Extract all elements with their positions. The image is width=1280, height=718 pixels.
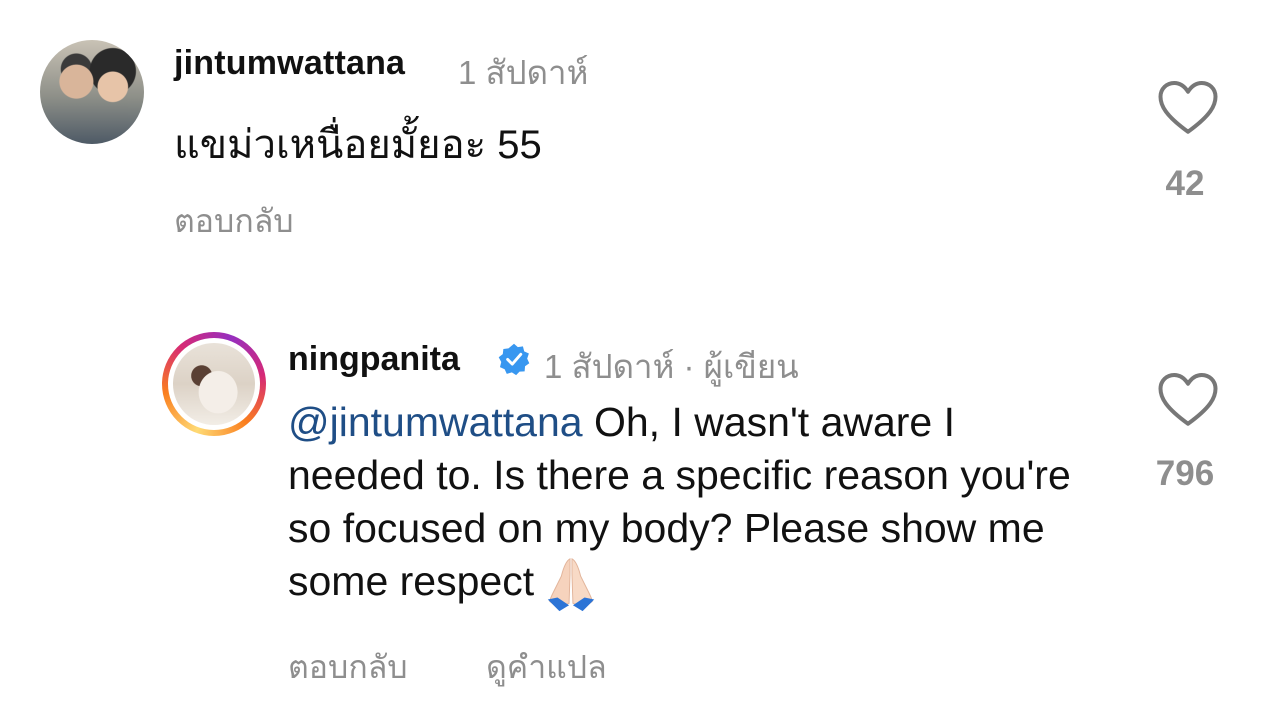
folded-hands-emoji bbox=[547, 558, 595, 612]
see-translation-button[interactable]: ดูคำแปล bbox=[486, 642, 607, 693]
comment-username[interactable]: jintumwattana bbox=[174, 44, 405, 83]
like-count: 796 bbox=[1155, 454, 1215, 493]
heart-outline-icon[interactable] bbox=[1158, 372, 1218, 428]
comment-meta: 1 สัปดาห์ · ผู้เขียน bbox=[544, 348, 799, 385]
reply-button[interactable]: ตอบกลับ bbox=[288, 642, 408, 693]
avatar[interactable] bbox=[40, 40, 144, 144]
comment-text: แขม่วเหนื่อยมั้ยอะ 55 bbox=[174, 123, 542, 167]
comment-username[interactable]: ningpanita bbox=[288, 340, 460, 379]
comment-text: @jintumwattana Oh, I wasn't aware I need… bbox=[288, 396, 1088, 613]
avatar-story-ring[interactable] bbox=[162, 332, 266, 436]
verified-badge-icon bbox=[498, 343, 530, 376]
avatar bbox=[173, 343, 255, 425]
reply-button[interactable]: ตอบกลับ bbox=[174, 196, 294, 247]
comment-timestamp: 1 สัปดาห์ bbox=[458, 54, 589, 91]
comment-ningpanita: ningpanita 1 สัปดาห์ · ผู้เขียน @jintumw… bbox=[0, 320, 1280, 718]
mention-link[interactable]: @jintumwattana bbox=[288, 399, 583, 445]
comment-jintumwattana: jintumwattana 1 สัปดาห์ แขม่วเหนื่อยมั้ย… bbox=[0, 0, 1280, 260]
heart-outline-icon[interactable] bbox=[1158, 80, 1218, 136]
like-count: 42 bbox=[1165, 164, 1205, 203]
